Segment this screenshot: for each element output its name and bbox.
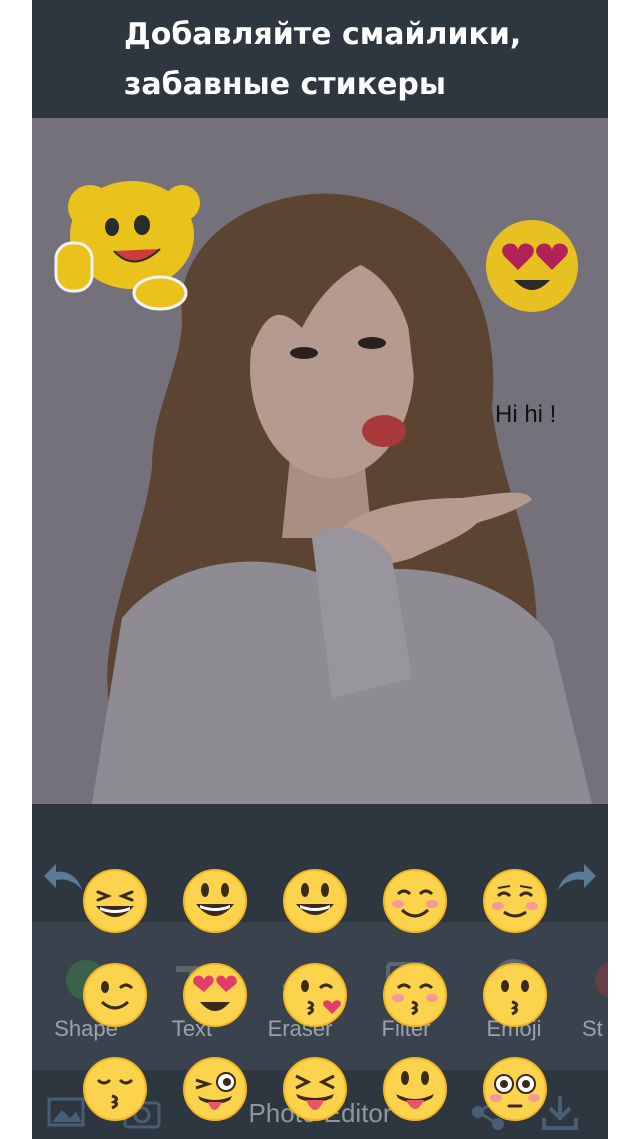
- squinting-tongue-emoji[interactable]: [282, 1056, 348, 1122]
- smiling-relaxed-emoji[interactable]: [482, 868, 548, 934]
- emoji-picker: [32, 868, 608, 1139]
- kissing-emoji[interactable]: [482, 962, 548, 1028]
- grinning-big-eyes-emoji[interactable]: [282, 868, 348, 934]
- tongue-out-emoji[interactable]: [382, 1056, 448, 1122]
- grinning-squinting-emoji[interactable]: [82, 868, 148, 934]
- banner-title: Добавляйте смайлики, забавные стикеры: [124, 17, 522, 102]
- text-sticker[interactable]: Hi hi !: [495, 401, 556, 429]
- kissing-closed-eyes-emoji[interactable]: [82, 1056, 148, 1122]
- cartoon-baby-sticker[interactable]: [42, 163, 206, 315]
- app-frame: Добавляйте смайлики, забавные стикеры Hi…: [32, 0, 608, 1139]
- kissing-smiling-eyes-emoji[interactable]: [382, 962, 448, 1028]
- promo-banner: Добавляйте смайлики, забавные стикеры: [32, 0, 608, 118]
- winking-emoji[interactable]: [82, 962, 148, 1028]
- heart-eyes-emoji-sticker[interactable]: [482, 218, 582, 314]
- smiling-blush-emoji[interactable]: [382, 868, 448, 934]
- grinning-emoji[interactable]: [182, 868, 248, 934]
- photo-canvas[interactable]: Hi hi !: [32, 118, 608, 804]
- heart-eyes-emoji[interactable]: [182, 962, 248, 1028]
- flushed-emoji[interactable]: [482, 1056, 548, 1122]
- kissing-heart-emoji[interactable]: [282, 962, 348, 1028]
- winking-tongue-emoji[interactable]: [182, 1056, 248, 1122]
